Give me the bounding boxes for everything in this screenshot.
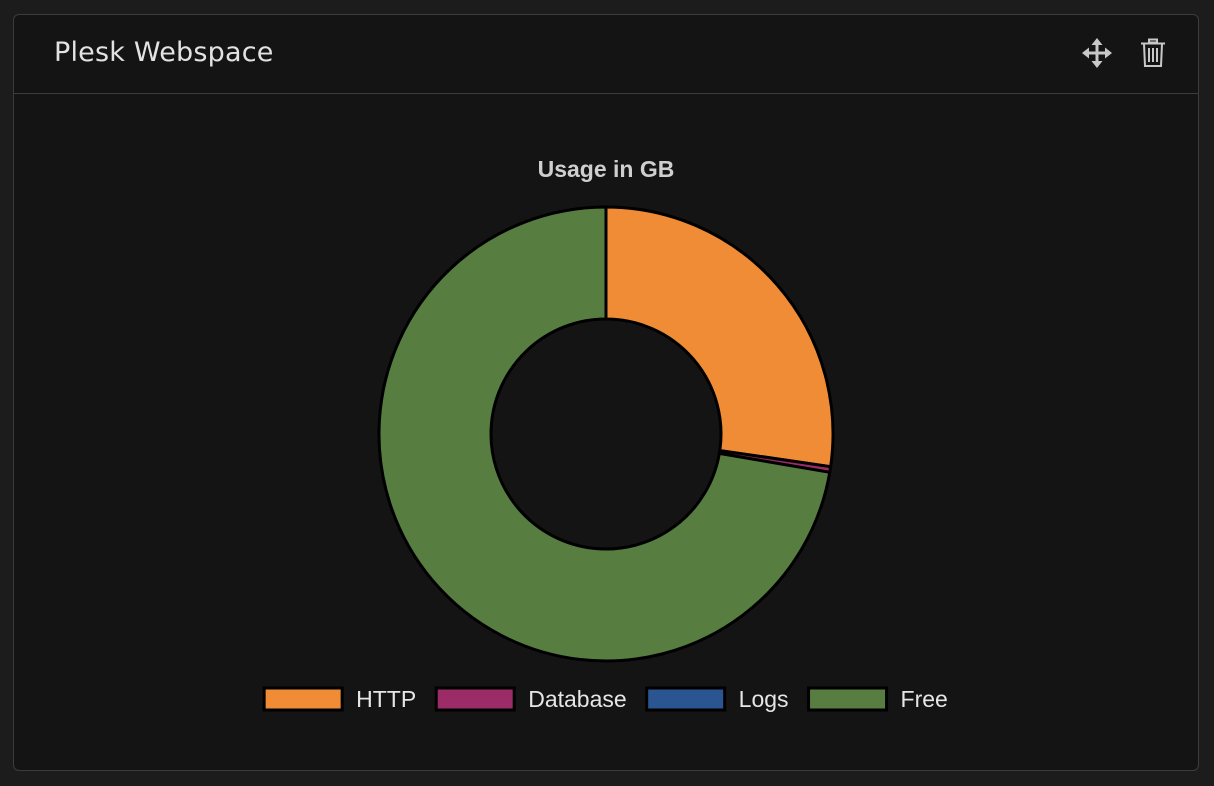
legend-item-database[interactable]: Database xyxy=(434,686,627,712)
chart-container: Usage in GB HTTP Database Logs Free xyxy=(14,95,1200,770)
legend-item-logs[interactable]: Logs xyxy=(645,686,789,712)
legend-swatch-database xyxy=(434,686,516,712)
slice-http[interactable] xyxy=(604,205,835,469)
donut-chart: Usage in GB HTTP Database Logs Free xyxy=(262,156,948,712)
move-arrows-icon[interactable] xyxy=(1081,37,1113,69)
legend-swatch-http xyxy=(262,686,344,712)
widget-header: Plesk Webspace xyxy=(14,15,1198,94)
legend-item-http[interactable]: HTTP xyxy=(262,686,416,712)
legend-label-database: Database xyxy=(528,686,626,712)
widget-title: Plesk Webspace xyxy=(54,37,274,68)
trash-icon[interactable] xyxy=(1137,37,1169,69)
legend-item-free[interactable]: Free xyxy=(807,686,948,712)
legend-label-http: HTTP xyxy=(356,686,416,712)
legend-swatch-logs xyxy=(645,686,727,712)
plesk-webspace-widget: Plesk Webspace Usage in GB HTTP Database… xyxy=(13,14,1199,771)
legend-label-logs: Logs xyxy=(739,686,789,712)
legend-label-free: Free xyxy=(901,686,948,712)
legend-swatch-free xyxy=(807,686,889,712)
chart-title: Usage in GB xyxy=(538,156,675,182)
